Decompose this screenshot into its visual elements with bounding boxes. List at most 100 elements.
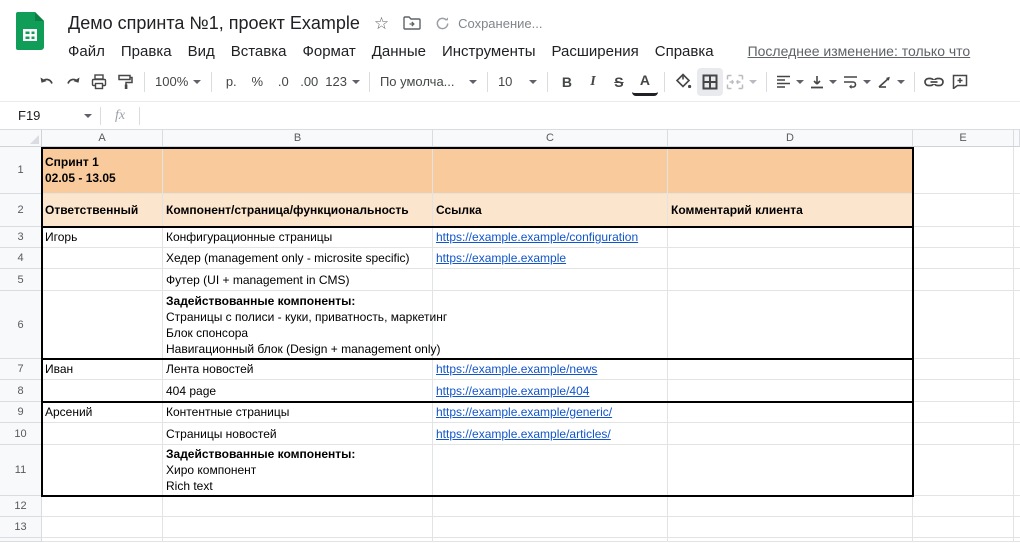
cell-D1[interactable] xyxy=(668,147,913,194)
cell-E11[interactable] xyxy=(913,445,1014,496)
cell-B5[interactable]: Футер (UI + management in CMS) xyxy=(163,269,433,291)
cell-B10[interactable]: Страницы новостей xyxy=(163,423,433,445)
cell-C3[interactable]: https://example.example/configuration xyxy=(433,227,668,248)
cell-E9[interactable] xyxy=(913,402,1014,423)
cell-E5[interactable] xyxy=(913,269,1014,291)
select-all-corner[interactable] xyxy=(0,130,42,147)
cell-E12[interactable] xyxy=(913,496,1014,517)
row-header-7[interactable]: 7 xyxy=(0,359,42,380)
move-folder-icon[interactable] xyxy=(403,16,421,30)
cell-C11[interactable] xyxy=(433,445,668,496)
borders-button[interactable] xyxy=(697,68,723,96)
cell-A10[interactable] xyxy=(42,423,163,445)
cell-partial[interactable] xyxy=(1014,291,1020,359)
menu-data[interactable]: Данные xyxy=(364,41,434,62)
paint-format-button[interactable] xyxy=(112,68,138,96)
cell-B4[interactable]: Хедер (management only - microsite speci… xyxy=(163,248,433,269)
cell-A12[interactable] xyxy=(42,496,163,517)
cell-C2[interactable]: Ссылка xyxy=(433,194,668,227)
cell-E7[interactable] xyxy=(913,359,1014,380)
cell-partial[interactable] xyxy=(1014,517,1020,538)
cell-A5[interactable] xyxy=(42,269,163,291)
document-title[interactable]: Демо спринта №1, проект Example xyxy=(68,13,360,34)
text-wrap-button[interactable] xyxy=(840,68,874,96)
cell-E2[interactable] xyxy=(913,194,1014,227)
row-header-11[interactable]: 11 xyxy=(0,445,42,496)
italic-button[interactable]: I xyxy=(580,68,606,96)
cell-D3[interactable] xyxy=(668,227,913,248)
cell-partial[interactable] xyxy=(1014,538,1020,542)
cell-partial[interactable] xyxy=(1014,445,1020,496)
cell-E[interactable] xyxy=(913,538,1014,542)
cell-partial[interactable] xyxy=(1014,269,1020,291)
cell-A11[interactable] xyxy=(42,445,163,496)
cell-partial[interactable] xyxy=(1014,147,1020,194)
horizontal-align-button[interactable] xyxy=(773,68,807,96)
menu-help[interactable]: Справка xyxy=(647,41,722,62)
cell-link[interactable]: https://example.example/articles/ xyxy=(436,426,664,442)
menu-file[interactable]: Файл xyxy=(68,41,113,62)
insert-link-button[interactable] xyxy=(921,68,947,96)
cell-D2[interactable]: Комментарий клиента xyxy=(668,194,913,227)
cell-C10[interactable]: https://example.example/articles/ xyxy=(433,423,668,445)
cell-B3[interactable]: Конфигурационные страницы xyxy=(163,227,433,248)
cell-E1[interactable] xyxy=(913,147,1014,194)
cell-C8[interactable]: https://example.example/404 xyxy=(433,380,668,402)
cell-C[interactable] xyxy=(433,538,668,542)
cell-C1[interactable] xyxy=(433,147,668,194)
cell-partial[interactable] xyxy=(1014,423,1020,445)
cell-B13[interactable] xyxy=(163,517,433,538)
cell-link[interactable]: https://example.example/configuration xyxy=(436,229,664,245)
redo-button[interactable] xyxy=(60,68,86,96)
cell-A9[interactable]: Арсений xyxy=(42,402,163,423)
fill-color-button[interactable] xyxy=(671,68,697,96)
insert-comment-button[interactable] xyxy=(947,68,973,96)
cell-B[interactable] xyxy=(163,538,433,542)
menu-tools[interactable]: Инструменты xyxy=(434,41,544,62)
cell-E3[interactable] xyxy=(913,227,1014,248)
vertical-align-button[interactable] xyxy=(807,68,840,96)
bold-button[interactable]: B xyxy=(554,68,580,96)
row-header-12[interactable]: 12 xyxy=(0,496,42,517)
cell-D[interactable] xyxy=(668,538,913,542)
cell-D13[interactable] xyxy=(668,517,913,538)
cell-B2[interactable]: Компонент/страница/функциональность xyxy=(163,194,433,227)
zoom-select[interactable]: 100% xyxy=(151,69,205,95)
cell-B7[interactable]: Лента новостей xyxy=(163,359,433,380)
menu-extensions[interactable]: Расширения xyxy=(544,41,647,62)
cell-partial[interactable] xyxy=(1014,359,1020,380)
row-header-5[interactable]: 5 xyxy=(0,269,42,291)
sheets-logo-icon[interactable] xyxy=(16,12,44,50)
cell-A4[interactable] xyxy=(42,248,163,269)
decrease-decimal-button[interactable]: .0 xyxy=(270,68,296,96)
column-header-D[interactable]: D xyxy=(668,130,913,147)
cell-A7[interactable]: Иван xyxy=(42,359,163,380)
cell-link[interactable]: https://example.example/news xyxy=(436,361,664,377)
text-color-button[interactable]: A xyxy=(632,68,658,96)
cell-D7[interactable] xyxy=(668,359,913,380)
row-header-6[interactable]: 6 xyxy=(0,291,42,359)
percent-format-button[interactable]: % xyxy=(244,68,270,96)
cell-A[interactable] xyxy=(42,538,163,542)
column-header-partial[interactable] xyxy=(1014,130,1020,147)
cell-partial[interactable] xyxy=(1014,496,1020,517)
row-header-3[interactable]: 3 xyxy=(0,227,42,248)
cell-partial[interactable] xyxy=(1014,380,1020,402)
cell-C7[interactable]: https://example.example/news xyxy=(433,359,668,380)
cell-D11[interactable] xyxy=(668,445,913,496)
row-header-1[interactable]: 1 xyxy=(0,147,42,194)
cell-E8[interactable] xyxy=(913,380,1014,402)
row-header-13[interactable]: 13 xyxy=(0,517,42,538)
more-formats-button[interactable]: 123 xyxy=(322,68,363,96)
cell-E10[interactable] xyxy=(913,423,1014,445)
cell-D10[interactable] xyxy=(668,423,913,445)
cell-C4[interactable]: https://example.example xyxy=(433,248,668,269)
row-header-8[interactable]: 8 xyxy=(0,380,42,402)
cell-partial[interactable] xyxy=(1014,194,1020,227)
strikethrough-button[interactable]: S xyxy=(606,68,632,96)
undo-button[interactable] xyxy=(34,68,60,96)
row-header-2[interactable]: 2 xyxy=(0,194,42,227)
cell-D6[interactable] xyxy=(668,291,913,359)
menu-format[interactable]: Формат xyxy=(294,41,363,62)
cell-C6[interactable] xyxy=(433,291,668,359)
